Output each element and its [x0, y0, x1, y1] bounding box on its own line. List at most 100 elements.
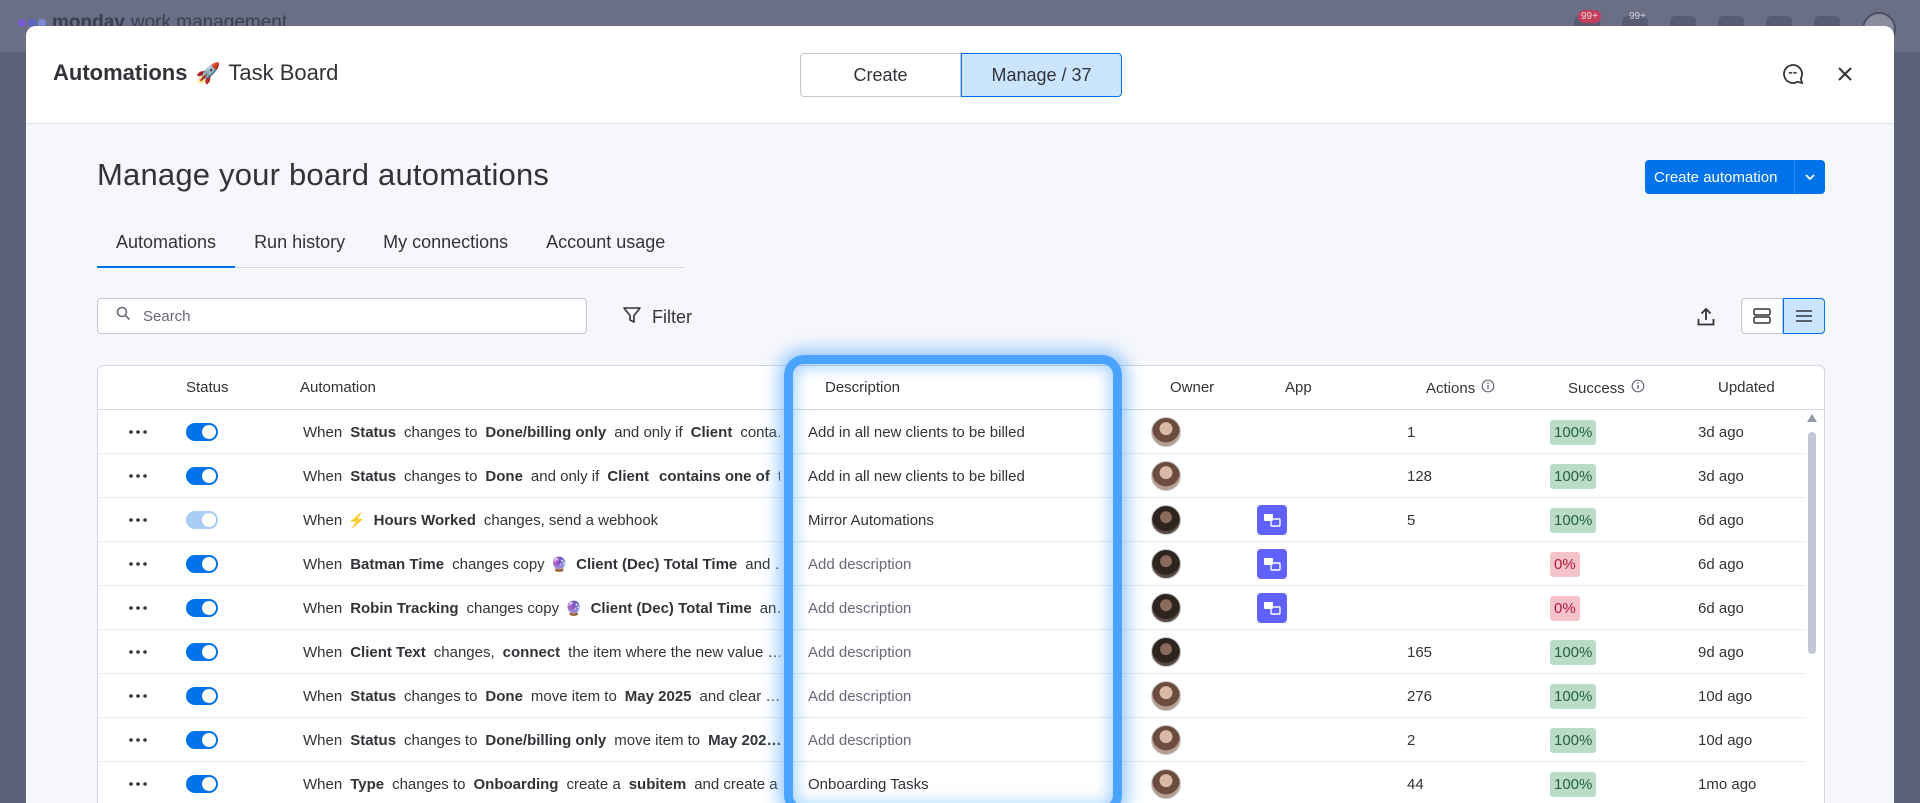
description-field[interactable]: Add description — [808, 630, 1108, 674]
status-toggle[interactable] — [186, 687, 218, 705]
status-toggle[interactable] — [186, 555, 218, 573]
app-cell[interactable] — [1257, 542, 1287, 586]
automation-recipe[interactable]: When Status changes to Done move item to May … — [300, 674, 780, 718]
status-toggle[interactable] — [186, 643, 218, 661]
recipe-text: move item to — [614, 731, 701, 749]
owner-avatar[interactable] — [1151, 630, 1181, 674]
owner-avatar[interactable] — [1151, 542, 1181, 586]
row-menu-icon[interactable] — [118, 718, 158, 762]
description-field[interactable]: Mirror Automations — [808, 498, 1108, 542]
table-row[interactable]: When Status changes to Done/billing only mov… — [98, 718, 1806, 762]
table-row[interactable]: When Status changes to Done move item to May … — [98, 674, 1806, 718]
scroll-up-icon[interactable] — [1807, 414, 1817, 422]
recipe-token: connect — [502, 643, 561, 661]
col-actions-label: Actions — [1426, 379, 1476, 397]
filter-icon — [622, 305, 642, 330]
row-menu-icon[interactable] — [118, 410, 158, 454]
description-field[interactable]: Onboarding Tasks — [808, 762, 1108, 803]
table-row[interactable]: When Type changes to Onboarding create a subi… — [98, 762, 1806, 803]
owner-avatar[interactable] — [1151, 718, 1181, 762]
automations-modal: Automations 🚀 Task Board Create Manage /… — [26, 26, 1894, 803]
description-field[interactable]: Add description — [808, 718, 1108, 762]
row-menu-icon[interactable] — [118, 762, 158, 803]
avatar — [1151, 769, 1181, 799]
row-menu-icon[interactable] — [118, 498, 158, 542]
app-cell[interactable] — [1257, 586, 1287, 630]
row-menu-icon[interactable] — [118, 586, 158, 630]
create-automation-button[interactable]: Create automation — [1645, 160, 1825, 194]
automation-recipe[interactable]: When Status changes to Done/billing only and… — [300, 410, 780, 454]
export-icon[interactable] — [1692, 303, 1720, 331]
filter-button[interactable]: Filter — [622, 305, 692, 330]
automation-recipe[interactable]: When Batman Time changes copy 🔮 Client (Dec)… — [300, 542, 780, 586]
recipe-text: the item where the new value … — [568, 643, 780, 661]
search-input[interactable] — [143, 307, 563, 325]
automation-recipe[interactable]: When Status changes to Done and only if Clien… — [300, 454, 780, 498]
tab-run-history[interactable]: Run history — [235, 232, 364, 267]
status-toggle[interactable] — [186, 599, 218, 617]
status-toggle[interactable] — [186, 775, 218, 793]
recipe-token: Hours Worked — [373, 511, 476, 529]
automation-recipe[interactable]: When Client Text changes, connect the item w… — [300, 630, 780, 674]
status-toggle[interactable] — [186, 467, 218, 485]
table-row[interactable]: When Client Text changes, connect the item w… — [98, 630, 1806, 674]
status-toggle[interactable] — [186, 511, 218, 529]
automation-recipe[interactable]: When Status changes to Done/billing only mov… — [300, 718, 780, 762]
table-scrollbar[interactable] — [1807, 414, 1817, 803]
recipe-text: create a — [566, 775, 621, 793]
col-updated: Updated — [1718, 379, 1775, 396]
chevron-down-icon[interactable] — [1795, 173, 1825, 181]
tab-create[interactable]: Create — [800, 53, 961, 97]
owner-avatar[interactable] — [1151, 762, 1181, 803]
info-icon[interactable] — [1631, 379, 1645, 397]
success-badge: 0% — [1550, 551, 1580, 577]
row-menu-icon[interactable] — [118, 542, 158, 586]
success-badge: 100% — [1550, 419, 1597, 445]
description-field[interactable]: Add in all new clients to be billed — [808, 410, 1108, 454]
description-field[interactable]: Add in all new clients to be billed — [808, 454, 1108, 498]
description-field[interactable]: Add description — [808, 542, 1108, 586]
col-success-label: Success — [1568, 379, 1625, 397]
automations-table: Status Automation Description Owner App … — [97, 365, 1825, 803]
app-cell[interactable] — [1257, 498, 1287, 542]
updated-time: 3d ago — [1698, 467, 1744, 485]
recipe-token: Onboarding — [473, 775, 559, 793]
owner-avatar[interactable] — [1151, 674, 1181, 718]
tab-account-usage[interactable]: Account usage — [527, 232, 684, 267]
feedback-icon[interactable] — [1779, 60, 1807, 88]
scrollbar-thumb[interactable] — [1808, 432, 1816, 654]
owner-avatar[interactable] — [1151, 410, 1181, 454]
owner-avatar[interactable] — [1151, 454, 1181, 498]
automation-recipe[interactable]: When ⚡ Hours Worked changes, send a webhook — [300, 498, 780, 542]
card-view-icon[interactable] — [1741, 298, 1783, 334]
list-view-icon[interactable] — [1783, 298, 1825, 334]
success-badge: 100% — [1550, 639, 1597, 665]
status-toggle[interactable] — [186, 423, 218, 441]
table-row[interactable]: When Robin Tracking changes copy 🔮 Client (D… — [98, 586, 1806, 630]
updated-time: 6d ago — [1698, 511, 1744, 529]
tab-manage[interactable]: Manage / 37 — [961, 53, 1122, 97]
table-row[interactable]: When Status changes to Done/billing only and… — [98, 410, 1806, 454]
info-icon[interactable] — [1481, 379, 1495, 397]
owner-avatar[interactable] — [1151, 586, 1181, 630]
row-menu-icon[interactable] — [118, 630, 158, 674]
row-menu-icon[interactable] — [118, 674, 158, 718]
recipe-token: May 202… — [708, 731, 780, 749]
status-toggle[interactable] — [186, 731, 218, 749]
page-title: Manage your board automations — [97, 157, 550, 192]
close-icon[interactable] — [1831, 60, 1859, 88]
recipe-token: Client — [607, 467, 649, 485]
inbox-badge: 99+ — [1629, 11, 1646, 22]
table-row[interactable]: When Batman Time changes copy 🔮 Client (Dec)… — [98, 542, 1806, 586]
tab-my-connections[interactable]: My connections — [364, 232, 527, 267]
row-menu-icon[interactable] — [118, 454, 158, 498]
table-row[interactable]: When ⚡ Hours Worked changes, send a webhook… — [98, 498, 1806, 542]
description-field[interactable]: Add description — [808, 586, 1108, 630]
table-row[interactable]: When Status changes to Done and only if Clien… — [98, 454, 1806, 498]
tab-automations[interactable]: Automations — [97, 232, 236, 268]
description-field[interactable]: Add description — [808, 674, 1108, 718]
owner-avatar[interactable] — [1151, 498, 1181, 542]
updated-time: 10d ago — [1698, 731, 1753, 749]
automation-recipe[interactable]: When Type changes to Onboarding create a subi… — [300, 762, 780, 803]
automation-recipe[interactable]: When Robin Tracking changes copy 🔮 Client (D… — [300, 586, 780, 630]
